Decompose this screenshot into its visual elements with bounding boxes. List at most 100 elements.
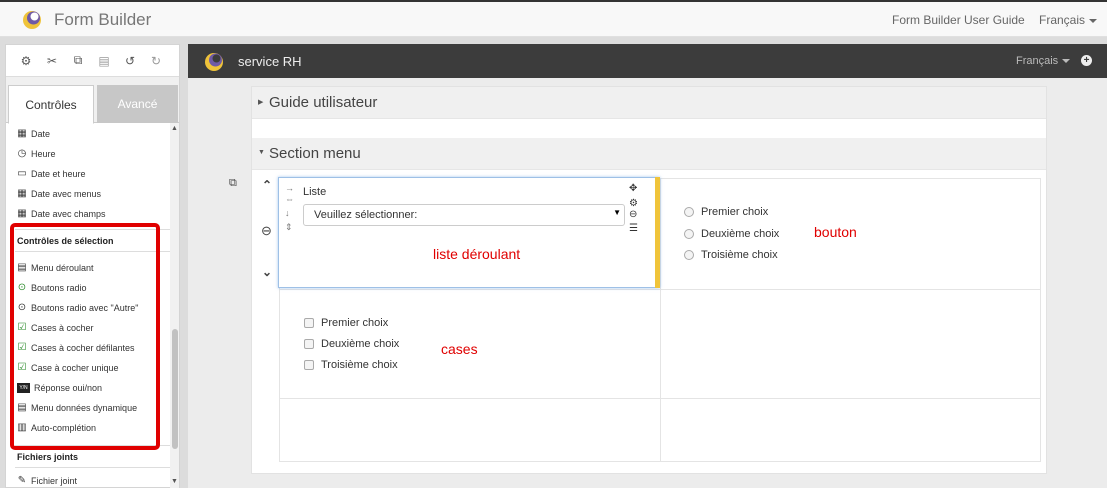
checkbox[interactable] [304,318,314,328]
control-radio[interactable]: ⊙ Boutons radio [17,282,87,294]
app-logo-icon [22,10,42,33]
control-radio-other[interactable]: ⊙ Boutons radio avec "Autre" [17,303,139,314]
settings-icon[interactable]: ⚙ [19,54,33,68]
checkbox-option[interactable]: Premier choix [304,317,388,329]
option-label: Troisième choix [321,359,398,371]
scroll-down-icon[interactable]: ▼ [171,478,178,485]
chevron-down-icon: ▼ [258,149,265,156]
tab-advanced[interactable]: Avancé [97,85,178,123]
remove-icon[interactable]: ⊖ [629,209,637,220]
selection-controls-header: Contrôles de sélection [17,236,114,246]
control-date-menus[interactable]: ▦ Date avec menus [17,189,101,200]
form-language-label: Français [1016,55,1059,67]
remove-row-icon[interactable]: ⊖ [261,223,272,239]
undo-icon[interactable]: ↺ [123,54,137,68]
control-date-fields[interactable]: ▦ Date avec champs [17,208,105,220]
form-header-bar: service RH Français + [188,44,1107,78]
section-title: Section menu [269,145,361,162]
dropdown-select[interactable]: Veuillez sélectionner: ▼ [303,204,625,226]
control-label: Cases à cocher défilantes [31,343,135,353]
arrow-right-icon[interactable]: → [285,183,294,193]
checkbox-option[interactable]: Troisième choix [304,359,398,371]
copy-icon[interactable]: ⧉ [71,53,85,68]
control-autocomplete[interactable]: ▥ Auto-complétion [17,423,97,434]
control-label: Réponse oui/non [34,383,103,393]
chevron-down-icon[interactable]: ⌄ [262,265,272,279]
arrow-down-icon[interactable]: ↓ [285,208,290,218]
control-label: Menu données dynamique [31,403,138,413]
scrollbar-thumb[interactable] [172,329,178,449]
checkbox[interactable] [304,360,314,370]
radio-button[interactable] [684,229,694,239]
radio-option[interactable]: Deuxième choix [684,228,779,240]
radio-option[interactable]: Premier choix [684,206,768,218]
controls-panel: ⚙ ✂ ⧉ ▤ ↺ ↻ Contrôles Avancé ▦ Date ◷ Heur… [5,44,180,488]
chevron-down-icon [1089,18,1098,23]
control-single-checkbox[interactable]: ☑ Case à cocher unique [17,362,119,374]
control-label: Menu déroulant [31,263,94,273]
calendar-icon: ▦ [17,128,27,139]
option-label: Troisième choix [701,249,778,261]
annotation-radio: bouton [814,224,857,240]
control-checkboxes[interactable]: ☑ Cases à cocher [17,323,94,334]
control-date[interactable]: ▦ Date [17,128,50,140]
list-edit-icon[interactable]: ☰ [629,223,638,234]
section-menu-header[interactable]: ▼ Section menu [252,138,1046,170]
control-datetime[interactable]: ▭ Date et heure [17,169,86,180]
control-time[interactable]: ◷ Heure [17,149,56,160]
language-label: Français [1039,13,1086,27]
control-yes-no[interactable]: Y/N Réponse oui/non [17,383,102,393]
chevron-right-icon: ▶ [258,99,264,106]
annotation-checkbox: cases [441,341,478,357]
settings-icon[interactable]: ⚙ [629,198,638,209]
radio-button[interactable] [684,250,694,260]
radio-option[interactable]: Troisième choix [684,249,778,261]
divider [15,467,177,468]
control-dynamic-menu[interactable]: ▤ Menu données dynamique [17,403,138,414]
copy-icon[interactable]: ⧉ [229,177,237,190]
swap-icon[interactable]: ⇔ [285,194,294,204]
language-selector[interactable]: Français [1039,13,1098,27]
radio-icon: ⊙ [17,282,27,293]
tab-controls[interactable]: Contrôles [8,85,94,124]
attachments-header: Fichiers joints [17,452,79,462]
control-label: Fichier joint [31,476,78,486]
app-title: Form Builder [54,10,152,29]
chevron-up-icon[interactable]: ⌃ [262,178,272,192]
section-guide-header[interactable]: ▶ Guide utilisateur [252,87,1046,119]
control-label: Auto-complétion [31,423,97,433]
dropdown-control-cell[interactable]: → ⇔ ↓ ⇕ Liste Veuillez sélectionner: ▼ ✥… [278,177,660,288]
checkbox-icon: ☑ [17,342,27,353]
field-label[interactable]: Liste [303,186,326,198]
controls-list: ▦ Date ◷ Heure ▭ Date et heure ▦ Date avec m… [6,123,179,488]
checkbox-option[interactable]: Deuxième choix [304,338,399,350]
edit-toolbar: ⚙ ✂ ⧉ ▤ ↺ ↻ [6,45,179,77]
list-icon: ▤ [17,262,27,273]
checkbox[interactable] [304,339,314,349]
form-name[interactable]: service RH [238,54,302,69]
control-attachment[interactable]: ✎ Fichier joint [17,476,78,487]
form-editor: service RH Français + ▶ Guide utilisateu… [188,44,1107,488]
grid-divider [660,179,661,461]
form-language-selector[interactable]: Français [1016,55,1071,67]
radio-button[interactable] [684,207,694,217]
chevron-down-icon: ▼ [613,208,621,217]
control-dropdown[interactable]: ▤ Menu déroulant [17,262,94,274]
scroll-up-icon[interactable]: ▲ [171,125,178,132]
expand-icon[interactable]: ⇕ [285,222,293,233]
top-bar: Form Builder Form Builder User Guide Fra… [0,0,1107,37]
divider [15,251,177,252]
add-language-icon[interactable]: + [1081,55,1092,66]
control-label: Heure [31,149,56,159]
dropdown-value: Veuillez sélectionner: [314,209,418,221]
paste-icon[interactable]: ▤ [97,54,111,68]
divider [15,229,177,230]
move-icon[interactable]: ✥ [629,183,637,194]
redo-icon[interactable]: ↻ [149,54,163,68]
cut-icon[interactable]: ✂ [45,54,59,68]
checkbox-icon: ☑ [17,362,27,373]
calendar-icon: ▦ [17,208,27,219]
user-guide-link[interactable]: Form Builder User Guide [892,13,1025,27]
control-label: Date et heure [31,169,86,179]
control-scroll-checkboxes[interactable]: ☑ Cases à cocher défilantes [17,342,135,354]
